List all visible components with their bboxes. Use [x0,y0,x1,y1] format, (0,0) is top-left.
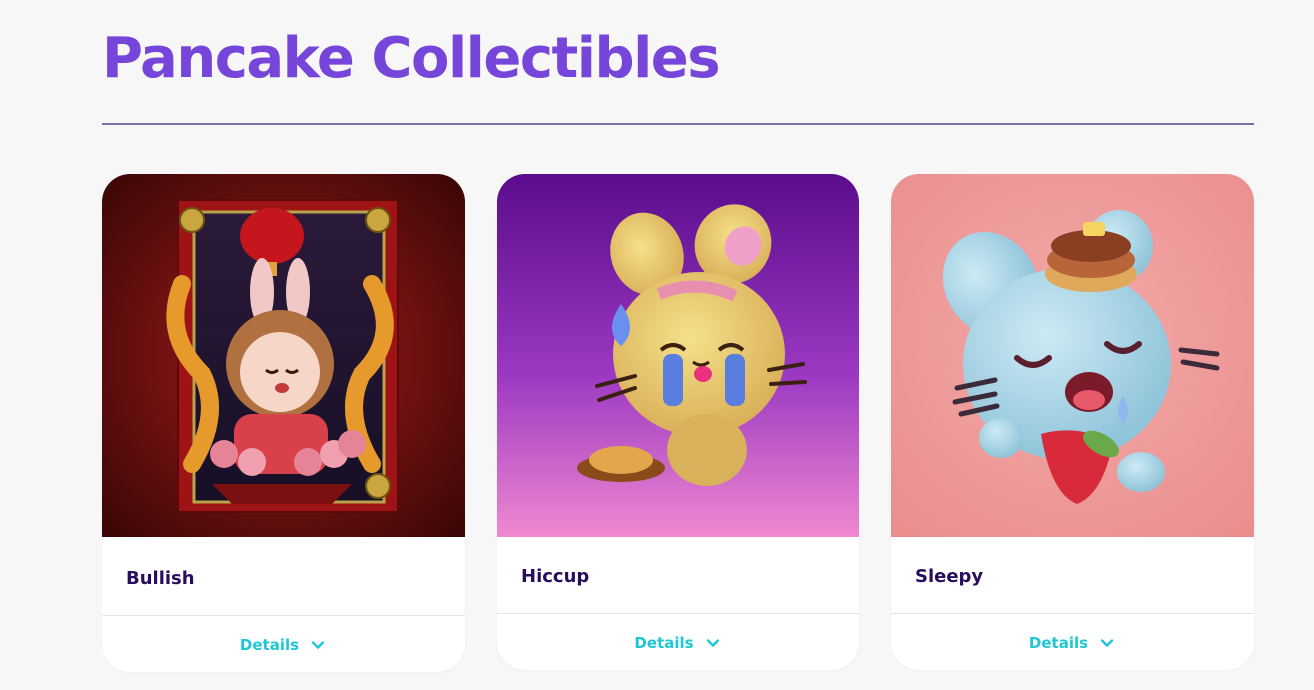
collectibles-page: Pancake Collectibles Bullish Details Hic… [0,0,1314,690]
title-divider [102,123,1254,125]
collectible-image-bullish [102,174,465,537]
card-divider [102,615,465,616]
collectible-name: Sleepy [915,566,984,587]
collectible-card-sleepy[interactable]: Sleepy Details [891,174,1254,670]
page-title: Pancake Collectibles [102,26,721,91]
collectible-image-hiccup [497,174,859,537]
details-toggle-button[interactable]: Details [102,630,465,660]
collectible-card-bullish[interactable]: Bullish Details [102,174,465,672]
collectible-name: Bullish [126,568,195,589]
details-toggle-button[interactable]: Details [891,628,1254,658]
collectible-name: Hiccup [521,566,590,587]
chevron-down-icon [309,636,327,654]
collectible-image-sleepy [891,174,1254,537]
collectible-card-hiccup[interactable]: Hiccup Details [497,174,859,670]
chevron-down-icon [1098,634,1116,652]
details-label: Details [634,634,694,652]
card-divider [891,613,1254,614]
details-label: Details [239,636,300,654]
chevron-down-icon [704,634,722,652]
card-divider [497,613,859,614]
details-label: Details [1028,634,1089,652]
details-toggle-button[interactable]: Details [497,628,859,658]
